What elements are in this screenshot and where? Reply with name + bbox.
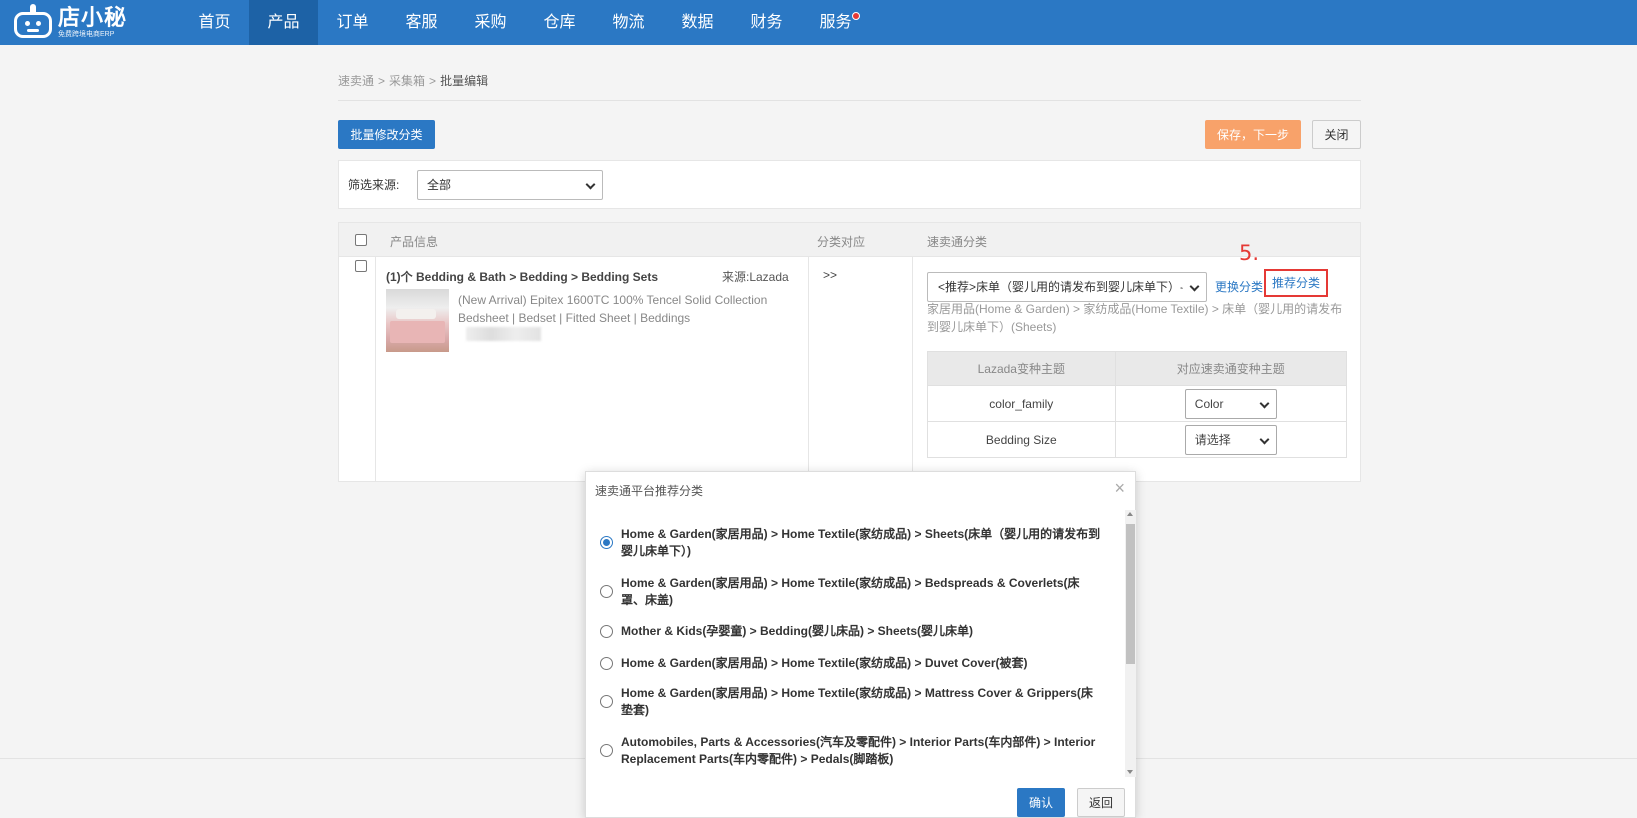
column-divider (912, 257, 913, 481)
scrollbar[interactable] (1125, 510, 1136, 777)
product-source: 来源:Lazada (722, 270, 789, 284)
radio-unselected[interactable] (600, 695, 613, 708)
variant-select[interactable]: Color (1184, 388, 1277, 419)
category-option-text: Home & Garden(家居用品) > Home Textile(家纺成品)… (621, 656, 1028, 670)
divider (338, 100, 1361, 101)
category-select-value: <推荐>床单（婴儿用的请发布到婴儿床单下）- (938, 280, 1185, 294)
header-product-info: 产品信息 (390, 235, 439, 249)
chevron-down-icon (1259, 398, 1270, 408)
scroll-up-icon[interactable] (1127, 512, 1133, 516)
recommend-category-dialog: 速卖通平台推荐分类 × Home & Garden(家居用品) > Home T… (585, 471, 1136, 818)
variant-mapping-table: Lazada变种主题 对应速卖通变种主题 color_family Color … (927, 351, 1348, 458)
variant-select-value: 请选择 (1194, 432, 1231, 447)
notification-dot-icon (852, 12, 860, 20)
category-option-text: Home & Garden(家居用品) > Home Textile(家纺成品)… (621, 527, 1101, 558)
close-icon[interactable]: × (1114, 478, 1125, 499)
nav-item-finance[interactable]: 财务 (732, 0, 801, 45)
chevron-down-icon (1189, 281, 1200, 292)
product-thumbnail[interactable] (386, 289, 449, 352)
category-option-list: Home & Garden(家居用品) > Home Textile(家纺成品)… (586, 510, 1126, 778)
breadcrumb-item-aliexpress[interactable]: 速卖通 (338, 74, 374, 88)
brand-name: 店小秘 (58, 4, 128, 30)
nav-item-services[interactable]: 服务 (801, 0, 870, 45)
radio-selected[interactable] (600, 536, 613, 549)
category-path: 家居用品(Home & Garden) > 家纺成品(Home Textile)… (927, 302, 1343, 334)
nav-item-warehouse[interactable]: 仓库 (525, 0, 594, 45)
change-category-link[interactable]: 更换分类 (1215, 278, 1263, 295)
nav-item-logistics[interactable]: 物流 (594, 0, 663, 45)
breadcrumb-item-collect-box[interactable]: 采集箱 (389, 74, 425, 88)
product-category-title: (1)个 Bedding & Bath > Bedding > Bedding … (386, 270, 659, 284)
filter-source-label: 筛选来源: (348, 178, 400, 192)
filter-panel: 筛选来源: 全部 (338, 160, 1361, 209)
scroll-down-icon[interactable] (1127, 770, 1133, 774)
table-header: 产品信息 分类对应 速卖通分类 (339, 223, 1360, 257)
main-nav: 首页 产品 订单 客服 采购 仓库 物流 数据 财务 服务 (180, 0, 870, 45)
breadcrumb-item-batch-edit: 批量编辑 (440, 74, 489, 88)
dialog-title: 速卖通平台推荐分类 (595, 484, 704, 498)
blurred-text (466, 327, 541, 341)
radio-unselected[interactable] (600, 657, 613, 670)
category-option-text: Home & Garden(家居用品) > Home Textile(家纺成品)… (621, 576, 1080, 607)
nav-item-home[interactable]: 首页 (180, 0, 249, 45)
variant-header-lazada: Lazada变种主题 (927, 351, 1116, 386)
breadcrumb: 速卖通 > 采集箱 > 批量编辑 (338, 74, 489, 88)
nav-item-data[interactable]: 数据 (663, 0, 732, 45)
header-aliexpress-category: 速卖通分类 (927, 235, 988, 249)
nav-item-services-label: 服务 (819, 14, 852, 31)
product-table: 产品信息 分类对应 速卖通分类 (1)个 Bedding & Bath > Be… (338, 222, 1361, 482)
variant-name: Bedding Size (927, 421, 1116, 458)
radio-unselected[interactable] (600, 625, 613, 638)
nav-item-customer-service[interactable]: 客服 (387, 0, 456, 45)
table-row: color_family Color (927, 385, 1348, 422)
category-option-text: Automobiles, Parts & Accessories(汽车及零配件)… (621, 735, 1096, 766)
scrollbar-thumb[interactable] (1126, 524, 1135, 664)
radio-unselected[interactable] (600, 585, 613, 598)
category-option-text: Home & Garden(家居用品) > Home Textile(家纺成品)… (621, 686, 1093, 717)
category-option-text: Mother & Kids(孕婴童) > Bedding(婴儿床品) > She… (621, 624, 974, 638)
nav-item-purchase[interactable]: 采购 (456, 0, 525, 45)
product-description[interactable]: (New Arrival) Epitex 1600TC 100% Tencel … (458, 291, 783, 327)
row-checkbox[interactable] (355, 260, 367, 272)
variant-name: color_family (927, 385, 1116, 422)
chevron-down-icon (585, 179, 596, 190)
robot-logo-icon (12, 4, 54, 40)
variant-select[interactable]: 请选择 (1184, 424, 1277, 455)
close-button[interactable]: 关闭 (1312, 120, 1361, 149)
column-divider (375, 257, 376, 481)
nav-item-products[interactable]: 产品 (249, 0, 318, 45)
recommend-category-link[interactable]: 推荐分类 (1264, 269, 1328, 297)
batch-edit-category-button[interactable]: 批量修改分类 (338, 120, 435, 149)
confirm-button[interactable]: 确认 (1017, 788, 1065, 817)
brand-tagline: 免费跨境电商ERP (58, 30, 115, 38)
brand-logo[interactable]: 店小秘 免费跨境电商ERP (12, 3, 127, 41)
filter-source-value: 全部 (427, 178, 452, 192)
variant-select-value: Color (1194, 396, 1224, 411)
select-all-checkbox[interactable] (355, 234, 367, 246)
chevron-down-icon (1259, 434, 1270, 444)
back-button[interactable]: 返回 (1077, 788, 1125, 817)
radio-unselected[interactable] (600, 744, 613, 757)
top-nav-bar: 店小秘 免费跨境电商ERP 首页 产品 订单 客服 采购 仓库 物流 数据 财务… (0, 0, 1637, 45)
mapping-arrow: >> (823, 268, 838, 282)
header-category-mapping: 分类对应 (817, 235, 866, 249)
aliexpress-category-select[interactable]: <推荐>床单（婴儿用的请发布到婴儿床单下）- (927, 272, 1207, 302)
variant-header-aliexpress: 对应速卖通变种主题 (1114, 351, 1348, 386)
filter-source-select[interactable]: 全部 (417, 170, 603, 200)
step-marker: 5. (1239, 241, 1260, 265)
table-row: Bedding Size 请选择 (927, 421, 1348, 458)
column-divider (808, 257, 809, 481)
nav-item-orders[interactable]: 订单 (318, 0, 387, 45)
save-next-button[interactable]: 保存，下一步 (1205, 120, 1301, 149)
